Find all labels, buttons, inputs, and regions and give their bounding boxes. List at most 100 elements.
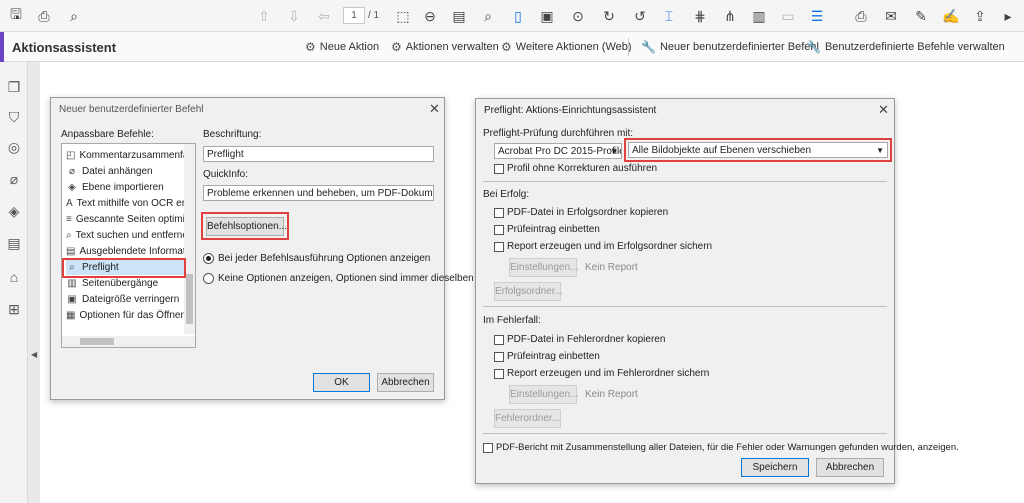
new-custom-command-button[interactable]: 🔧 Neuer benutzerdefinierter Befehl xyxy=(641,40,819,54)
list-item[interactable]: ▦Optionen für das Öffnen fest xyxy=(66,307,186,323)
no-fix-checkbox[interactable] xyxy=(494,164,504,174)
summary-report-checkbox[interactable] xyxy=(483,443,493,453)
success-embed-checkbox[interactable] xyxy=(494,225,504,235)
success-copy-checkbox[interactable] xyxy=(494,208,504,218)
horizontal-scrollbar[interactable] xyxy=(62,336,186,347)
manage-custom-commands-button[interactable]: 🔧 Benutzerdefinierte Befehle verwalten xyxy=(806,40,1005,54)
success-folder-button[interactable]: Erfolgsordner... xyxy=(494,282,563,301)
columns-icon[interactable]: ⋔ xyxy=(720,6,740,26)
chevron-down-icon: ▼ xyxy=(876,146,884,155)
command-options-button[interactable]: Befehlsoptionen... xyxy=(206,217,287,236)
collapse-panel-icon[interactable]: ◀ xyxy=(31,350,37,359)
list-item[interactable]: AText mithilfe von OCR erken xyxy=(66,195,186,211)
document-icon[interactable]: ▯ xyxy=(508,6,528,26)
preflight-action-wizard-dialog: Preflight: Aktions-Einrichtungsassistent… xyxy=(475,98,959,484)
error-copy-checkbox[interactable] xyxy=(494,335,504,345)
commands-list[interactable]: ◰Kommentarzusammenfassu ⌀Datei anhängen … xyxy=(61,143,196,348)
error-section-label: Im Fehlerfall: xyxy=(483,315,541,326)
more-actions-button[interactable]: ⚙ Weitere Aktionen (Web) xyxy=(501,40,632,54)
manage-actions-icon: ⚙ xyxy=(391,40,402,54)
success-settings-button[interactable]: Einstellungen... xyxy=(509,258,578,277)
vertical-scrollbar[interactable] xyxy=(184,144,195,334)
list-item[interactable]: ▤Ausgeblendete Informatione xyxy=(66,243,186,259)
chevron-down-icon: ▼ xyxy=(610,147,618,156)
print-icon[interactable]: ⎙ xyxy=(34,6,54,26)
profile-select[interactable]: Alle Bildobjekte auf Ebenen verschieben ▼ xyxy=(628,142,888,158)
caption-label: Beschriftung: xyxy=(203,129,262,140)
close-icon[interactable]: ✕ xyxy=(429,101,440,117)
save-icon[interactable]: 🖫 xyxy=(6,6,26,26)
divider xyxy=(628,38,629,56)
tag-icon[interactable]: ⌂ xyxy=(5,268,23,286)
content-icon[interactable]: ▤ xyxy=(5,234,23,252)
two-page-icon[interactable]: ▥ xyxy=(749,6,769,26)
target-icon[interactable]: ◎ xyxy=(5,138,23,156)
list-item[interactable]: ◈ Ebene importieren xyxy=(66,179,186,195)
bookmark-icon[interactable]: ⛉ xyxy=(5,108,23,126)
monitor-icon[interactable]: ▭ xyxy=(778,6,798,26)
list-item[interactable]: ▣ Dateigröße verringern xyxy=(66,291,186,307)
success-report-checkbox[interactable] xyxy=(494,242,504,252)
search-redact-icon: ⌕ xyxy=(66,229,72,241)
find-icon[interactable]: ⌕ xyxy=(478,6,498,26)
fit-page-icon[interactable]: ▤ xyxy=(449,6,469,26)
back-icon[interactable]: ⇦ xyxy=(314,6,334,26)
success-copy-label: PDF-Datei in Erfolgsordner kopieren xyxy=(507,207,669,218)
zoom-icon[interactable]: ⌕ xyxy=(64,6,84,26)
caption-input[interactable]: Preflight xyxy=(203,146,434,162)
new-action-button[interactable]: ⚙ Neue Aktion xyxy=(305,40,379,54)
radio-no-options[interactable] xyxy=(203,273,214,284)
sign-icon[interactable]: ✍ xyxy=(941,6,961,26)
structure-icon[interactable]: ⊞ xyxy=(5,300,23,318)
layers-icon[interactable]: ◈ xyxy=(5,202,23,220)
cancel-button[interactable]: Abbrechen xyxy=(377,373,434,392)
share-icon[interactable]: ⇪ xyxy=(970,6,990,26)
zoom-out-icon[interactable]: ⊖ xyxy=(420,6,440,26)
manage-actions-button[interactable]: ⚙ Aktionen verwalten xyxy=(391,40,499,54)
image-icon[interactable]: ▣ xyxy=(537,6,557,26)
list-item[interactable]: ⌕ Text suchen und entfernen xyxy=(66,227,186,243)
pen-icon[interactable]: ✎ xyxy=(911,6,931,26)
error-report-checkbox[interactable] xyxy=(494,369,504,379)
crop-icon[interactable]: ⌶ xyxy=(659,6,679,26)
split-icon[interactable]: ⋕ xyxy=(690,6,710,26)
list-item[interactable]: ⌀ Datei anhängen xyxy=(66,163,186,179)
list-item[interactable]: ≡Gescannte Seiten optimierer xyxy=(66,211,186,227)
quickinfo-input[interactable]: Probleme erkennen und beheben, um PDF-Do… xyxy=(203,185,434,201)
undo-icon[interactable]: ↺ xyxy=(630,6,650,26)
error-no-report: Kein Report xyxy=(585,389,638,400)
comment-summary-icon: ◰ xyxy=(66,149,76,161)
select-icon[interactable]: ⬚ xyxy=(393,6,413,26)
next-page-icon[interactable]: ⇩ xyxy=(284,6,304,26)
radio-show-options[interactable] xyxy=(203,253,214,264)
save-button[interactable]: Speichern xyxy=(741,458,809,477)
scroll-thumb[interactable] xyxy=(186,274,193,324)
print-production-icon[interactable]: ⎙ xyxy=(851,6,871,26)
lines-icon[interactable]: ☰ xyxy=(807,6,827,26)
pages-icon[interactable]: ❐ xyxy=(5,78,23,96)
summary-report-label: PDF-Bericht mit Zusammenstellung aller D… xyxy=(496,442,959,453)
new-custom-command-dialog: Neuer benutzerdefinierter Befehl ✕ Anpas… xyxy=(50,97,474,400)
stamp-icon[interactable]: ⊙ xyxy=(568,6,588,26)
prev-page-icon[interactable]: ⇧ xyxy=(254,6,274,26)
scroll-thumb[interactable] xyxy=(80,338,114,345)
comment-icon[interactable]: ✉ xyxy=(881,6,901,26)
success-section-label: Bei Erfolg: xyxy=(483,189,530,200)
error-folder-button[interactable]: Fehlerordner... xyxy=(494,409,561,428)
profile-group-select[interactable]: Acrobat Pro DC 2015-Profile ▼ xyxy=(494,143,622,159)
list-item[interactable]: ◰Kommentarzusammenfassu xyxy=(66,147,186,163)
run-with-label: Preflight-Prüfung durchführen mit: xyxy=(483,128,634,139)
hidden-info-icon: ▤ xyxy=(66,245,76,257)
dialog-title: Neuer benutzerdefinierter Befehl xyxy=(59,104,204,115)
left-navigation-rail: ❐ ⛉ ◎ ⌀ ◈ ▤ ⌂ ⊞ xyxy=(0,62,28,503)
page-number-input[interactable]: 1 xyxy=(343,7,365,24)
cancel-button[interactable]: Abbrechen xyxy=(816,458,884,477)
ok-button[interactable]: OK xyxy=(313,373,370,392)
rotate-icon[interactable]: ↻ xyxy=(599,6,619,26)
error-report-label: Report erzeugen und im Fehlerordner sich… xyxy=(507,368,710,379)
error-embed-checkbox[interactable] xyxy=(494,352,504,362)
error-settings-button[interactable]: Einstellungen... xyxy=(509,385,578,404)
attachment-icon[interactable]: ⌀ xyxy=(5,170,23,188)
more-icon[interactable]: ▸ xyxy=(998,6,1018,26)
close-icon[interactable]: ✕ xyxy=(878,102,889,118)
